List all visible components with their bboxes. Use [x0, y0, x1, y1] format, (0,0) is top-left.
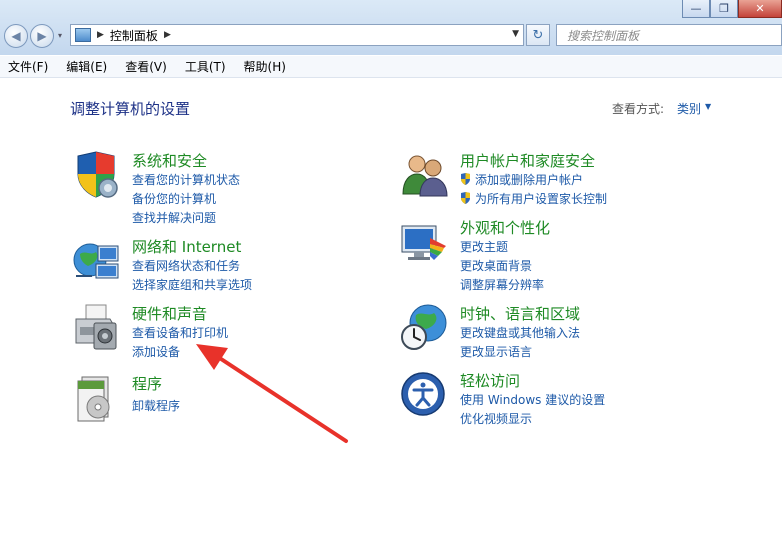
recent-pages-dropdown-icon[interactable]: ▾: [58, 31, 62, 40]
network-globe-icon[interactable]: [72, 236, 122, 286]
link-homegroup-sharing[interactable]: 选择家庭组和共享选项: [132, 276, 252, 293]
menu-file[interactable]: 文件(F): [0, 58, 56, 75]
printer-icon[interactable]: [72, 303, 122, 353]
uac-shield-icon: [461, 192, 470, 204]
control-panel-window: — ❐ ✕ ◀ ▶ ▾ ▶ 控制面板 ▶ ▼ ↻ 搜索控制面板 文件(F) 编辑…: [0, 0, 782, 559]
link-network-status[interactable]: 查看网络状态和任务: [132, 257, 240, 274]
appearance-icon[interactable]: [400, 218, 450, 268]
view-by-label: 查看方式:: [612, 102, 665, 116]
category-user-accounts-title[interactable]: 用户帐户和家庭安全: [460, 150, 595, 171]
category-programs-title[interactable]: 程序: [132, 373, 162, 394]
link-uninstall-program[interactable]: 卸载程序: [132, 397, 180, 414]
clock-globe-icon[interactable]: [400, 303, 450, 353]
link-troubleshoot[interactable]: 查找并解决问题: [132, 209, 216, 226]
search-input[interactable]: 搜索控制面板: [556, 24, 782, 46]
title-bar: — ❐ ✕ ◀ ▶ ▾ ▶ 控制面板 ▶ ▼ ↻ 搜索控制面板: [0, 0, 782, 55]
refresh-icon: ↻: [532, 27, 544, 43]
uac-shield-icon: [461, 173, 470, 185]
link-parental-controls[interactable]: 为所有用户设置家长控制: [460, 190, 607, 207]
back-button[interactable]: ◀: [4, 24, 28, 48]
menu-view[interactable]: 查看(V): [117, 58, 175, 75]
link-adjust-resolution[interactable]: 调整屏幕分辨率: [460, 276, 544, 293]
programs-icon[interactable]: [72, 373, 122, 423]
control-panel-icon: [75, 28, 91, 42]
forward-arrow-icon: ▶: [37, 29, 47, 43]
close-button[interactable]: ✕: [738, 0, 782, 18]
menu-edit[interactable]: 编辑(E): [58, 58, 115, 75]
menu-bar: 文件(F) 编辑(E) 查看(V) 工具(T) 帮助(H): [0, 56, 782, 78]
category-network-title[interactable]: 网络和 Internet: [132, 236, 241, 257]
menu-help[interactable]: 帮助(H): [236, 58, 294, 75]
link-backup-computer[interactable]: 备份您的计算机: [132, 190, 216, 207]
refresh-button[interactable]: ↻: [526, 24, 550, 46]
minimize-button[interactable]: —: [682, 0, 710, 18]
link-add-remove-accounts[interactable]: 添加或删除用户帐户: [460, 171, 583, 188]
page-title: 调整计算机的设置: [70, 100, 191, 118]
link-change-theme[interactable]: 更改主题: [460, 238, 508, 255]
view-by-value[interactable]: 类别: [677, 100, 701, 117]
category-system-security-title[interactable]: 系统和安全: [132, 150, 207, 171]
category-appearance-title[interactable]: 外观和个性化: [460, 217, 550, 238]
view-by-dropdown-icon[interactable]: ▼: [705, 102, 711, 111]
restore-button[interactable]: ❐: [710, 0, 738, 18]
link-parental-controls-label: 为所有用户设置家长控制: [475, 192, 608, 206]
forward-button[interactable]: ▶: [30, 24, 54, 48]
shield-icon[interactable]: [72, 150, 122, 200]
category-hardware-title[interactable]: 硬件和声音: [132, 303, 207, 324]
link-view-computer-status[interactable]: 查看您的计算机状态: [132, 171, 240, 188]
category-ease-title[interactable]: 轻松访问: [460, 370, 520, 391]
breadcrumb-control-panel[interactable]: 控制面板: [110, 27, 158, 44]
window-controls: — ❐ ✕: [682, 0, 782, 18]
link-devices-printers[interactable]: 查看设备和打印机: [132, 324, 228, 341]
link-optimize-video-display[interactable]: 优化视频显示: [460, 410, 532, 427]
back-arrow-icon: ◀: [11, 29, 21, 43]
breadcrumb-separator-icon[interactable]: ▶: [97, 30, 104, 40]
link-add-device[interactable]: 添加设备: [132, 343, 180, 360]
breadcrumb-separator-icon[interactable]: ▶: [164, 30, 171, 40]
link-change-keyboard[interactable]: 更改键盘或其他输入法: [460, 324, 580, 341]
menu-tools[interactable]: 工具(T): [177, 58, 234, 75]
link-change-display-language[interactable]: 更改显示语言: [460, 343, 532, 360]
address-dropdown-icon[interactable]: ▼: [512, 29, 519, 39]
users-icon[interactable]: [400, 150, 450, 200]
ease-of-access-icon[interactable]: [400, 370, 450, 420]
link-add-remove-accounts-label: 添加或删除用户帐户: [475, 173, 584, 187]
category-clock-title[interactable]: 时钟、语言和区域: [460, 303, 580, 324]
address-bar[interactable]: ▶ 控制面板 ▶ ▼: [70, 24, 524, 46]
link-windows-recommended-settings[interactable]: 使用 Windows 建议的设置: [460, 391, 605, 408]
link-change-desktop-background[interactable]: 更改桌面背景: [460, 257, 532, 274]
